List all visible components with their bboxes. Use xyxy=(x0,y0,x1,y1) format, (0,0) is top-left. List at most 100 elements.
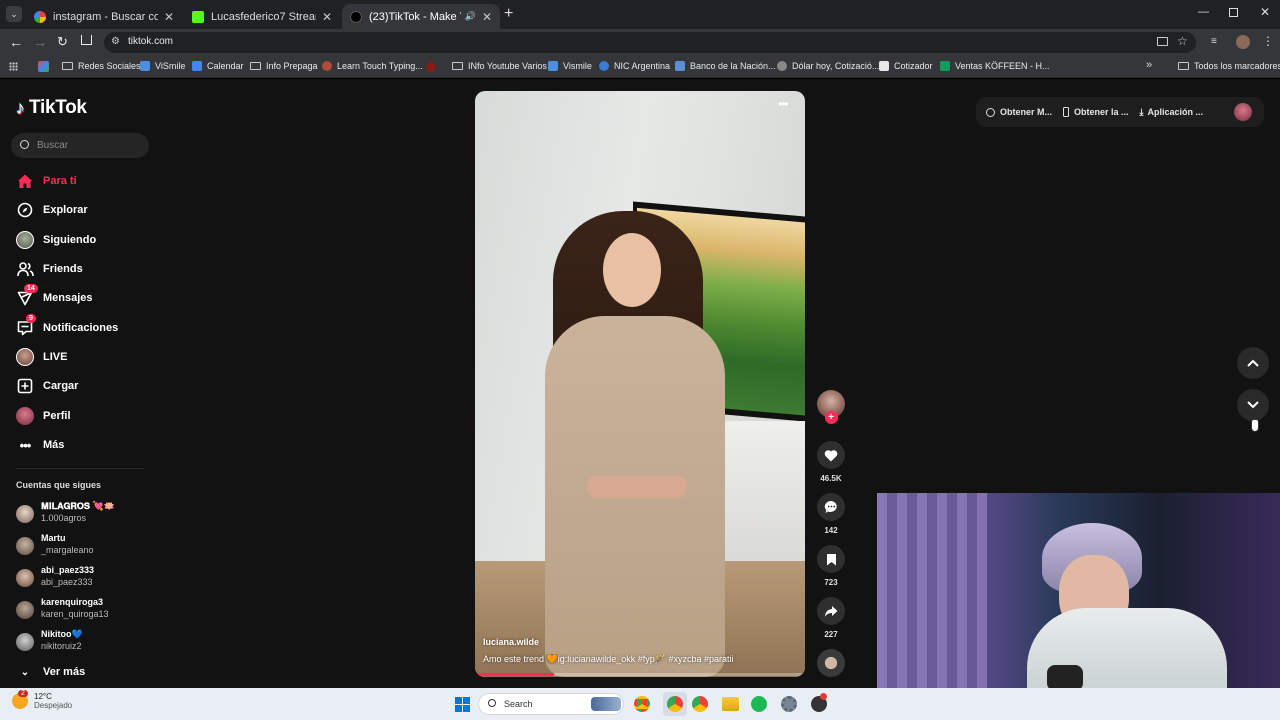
bookmark-item[interactable]: Learn Touch Typing... xyxy=(322,61,423,71)
back-icon[interactable]: ← xyxy=(9,34,23,50)
user-avatar[interactable] xyxy=(1234,103,1252,121)
taskbar-search[interactable]: Search xyxy=(478,693,624,715)
share-button[interactable]: 227 xyxy=(817,597,845,639)
followed-account[interactable]: karenquiroga3 karen_quiroga13 xyxy=(16,596,109,620)
taskbar-app-icon[interactable] xyxy=(811,693,827,712)
see-more-button[interactable]: ⌄ Ver más xyxy=(16,663,85,681)
followed-account[interactable]: Martu _margaleano xyxy=(16,532,94,556)
followed-account[interactable]: abi_paez333 abi_paez333 xyxy=(16,564,94,588)
get-app-button[interactable]: Obtener la ... xyxy=(1074,107,1129,117)
minimize-icon[interactable]: — xyxy=(1198,6,1209,18)
music-disc[interactable] xyxy=(817,649,845,677)
save-count: 723 xyxy=(824,578,838,587)
nav-live[interactable]: LIVE xyxy=(16,348,67,366)
mouse-cursor-icon xyxy=(1251,419,1259,432)
bookmark-item[interactable]: Banco de la Nación... xyxy=(675,61,776,71)
taskbar-chrome-active-icon[interactable] xyxy=(663,692,687,716)
taskbar-settings-icon[interactable] xyxy=(781,696,797,712)
google-icon xyxy=(34,10,46,23)
bookmark-item[interactable]: NIC Argentina xyxy=(599,61,670,71)
video-author[interactable]: luciana.wilde xyxy=(483,637,539,647)
nav-mas[interactable]: ••• Más xyxy=(16,436,65,454)
close-window-icon[interactable]: ✕ xyxy=(1260,5,1270,19)
more-icon: ••• xyxy=(19,437,32,453)
more-bookmarks-icon[interactable]: » xyxy=(1146,59,1152,71)
tab-google[interactable]: instagram - Buscar con Google ✕ xyxy=(26,4,182,29)
get-coins-button[interactable]: Obtener M... xyxy=(1000,107,1052,117)
site-info-icon[interactable]: ⚙ xyxy=(111,36,120,47)
chevron-up-icon xyxy=(1247,359,1259,367)
new-tab-button[interactable]: + xyxy=(504,6,513,22)
nic-icon xyxy=(599,61,609,71)
media-controls-icon[interactable]: ≡ xyxy=(1211,36,1217,47)
previous-video-button[interactable] xyxy=(1237,347,1269,379)
bookmark-star-icon[interactable]: ☆ xyxy=(1177,34,1188,48)
video-player[interactable]: ••• luciana.wilde Amo este trend 🧡ig:luc… xyxy=(475,91,805,677)
author-avatar-button[interactable]: + xyxy=(817,390,845,424)
menu-kebab-icon[interactable]: ⋮ xyxy=(1262,34,1274,48)
nav-para-ti[interactable]: Para ti xyxy=(16,172,77,190)
tab-title: instagram - Buscar con Google xyxy=(53,10,158,23)
video-progress-bar[interactable] xyxy=(475,673,805,676)
nav-mensajes[interactable]: 14 Mensajes xyxy=(16,284,93,307)
avatar xyxy=(16,633,34,651)
bookmark-item[interactable]: Redes Sociales xyxy=(62,61,141,71)
start-button[interactable] xyxy=(455,697,470,712)
red-bookmark-icon[interactable] xyxy=(426,62,436,72)
bookmark-item[interactable]: Dólar hoy, Cotizació... xyxy=(777,61,879,71)
follow-plus-icon[interactable]: + xyxy=(824,411,838,424)
weather-widget[interactable]: 2 12°C Despejado xyxy=(12,690,72,710)
restore-icon[interactable] xyxy=(1229,8,1238,17)
search-input[interactable]: Buscar xyxy=(37,140,68,151)
bookmark-item[interactable]: Calendar xyxy=(192,61,244,71)
close-tab-icon[interactable]: ✕ xyxy=(164,10,174,24)
nav-friends[interactable]: Friends xyxy=(16,260,83,278)
top-actions-bar: Obtener M... Obtener la ... ⤓ Aplicación… xyxy=(976,97,1264,127)
like-button[interactable]: 46.5K xyxy=(817,441,845,483)
desktop-app-button[interactable]: Aplicación ... xyxy=(1148,107,1204,117)
nav-notificaciones[interactable]: 9 Notificaciones xyxy=(16,314,118,337)
speaker-icon[interactable]: 🔊 xyxy=(465,11,476,22)
tab-kick[interactable]: Lucasfederico7 Stream - Watch ✕ xyxy=(184,4,340,29)
taskbar-spotify-icon[interactable] xyxy=(751,696,767,712)
bookmark-item[interactable]: Vismile xyxy=(548,61,592,71)
reload-icon[interactable]: ↻ xyxy=(57,34,68,50)
all-bookmarks[interactable]: Todos los marcadores xyxy=(1178,61,1280,71)
comment-button[interactable]: 142 xyxy=(817,493,845,535)
address-bar[interactable]: ⚙ tiktok.com ☆ xyxy=(104,32,1196,53)
forward-icon[interactable]: → xyxy=(33,34,47,50)
nav-cargar[interactable]: Cargar xyxy=(16,377,78,395)
search-box[interactable]: Buscar xyxy=(11,133,149,158)
tab-tiktok[interactable]: (23)TikTok - Make Your Day 🔊 ✕ xyxy=(342,4,500,29)
taskbar-explorer-icon[interactable] xyxy=(722,697,739,711)
apps-grid-icon[interactable] xyxy=(9,62,18,71)
video-more-options-icon[interactable]: ••• xyxy=(778,97,789,111)
taskbar-chrome-profile-icon[interactable] xyxy=(692,696,708,712)
video-frame-face xyxy=(603,233,661,307)
install-app-icon[interactable] xyxy=(1157,37,1168,46)
bookmark-item[interactable]: INfo Youtube Varios xyxy=(452,61,547,71)
gmail-icon[interactable] xyxy=(38,61,49,72)
bookmark-item[interactable]: Cotizador xyxy=(879,61,933,71)
nav-siguiendo[interactable]: Siguiendo xyxy=(16,231,96,249)
bookmark-item[interactable]: Ventas KÖFFEEN - H... xyxy=(940,61,1050,71)
vismile-icon xyxy=(140,61,150,71)
bookmark-item[interactable]: ViSmile xyxy=(140,61,185,71)
tiktok-logo[interactable]: ♪ TikTok xyxy=(16,97,87,119)
taskbar-chrome-icon[interactable] xyxy=(634,696,650,712)
close-tab-icon[interactable]: ✕ xyxy=(482,10,492,24)
home-icon[interactable] xyxy=(81,35,92,45)
notifications-badge: 9 xyxy=(26,314,36,323)
tab-list-dropdown-button[interactable]: ⌄ xyxy=(6,6,22,22)
webcam-overlay xyxy=(877,493,1280,688)
profile-avatar[interactable] xyxy=(1236,35,1250,49)
nav-explorar[interactable]: Explorar xyxy=(16,201,88,219)
followed-account[interactable]: 𝐌𝐈𝐋𝐀𝐆𝐑𝐎𝐒 💘🪷 1.000agros xyxy=(16,500,115,524)
followed-account[interactable]: Nikitoo💙 nikitoruiz2 xyxy=(16,628,83,652)
save-button[interactable]: 723 xyxy=(817,545,845,587)
nav-perfil[interactable]: Perfil xyxy=(16,407,71,425)
taskbar-search-input[interactable]: Search xyxy=(504,699,533,709)
next-video-button[interactable] xyxy=(1237,389,1269,421)
bookmark-item[interactable]: Info Prepaga xyxy=(250,61,318,71)
close-tab-icon[interactable]: ✕ xyxy=(322,10,332,24)
